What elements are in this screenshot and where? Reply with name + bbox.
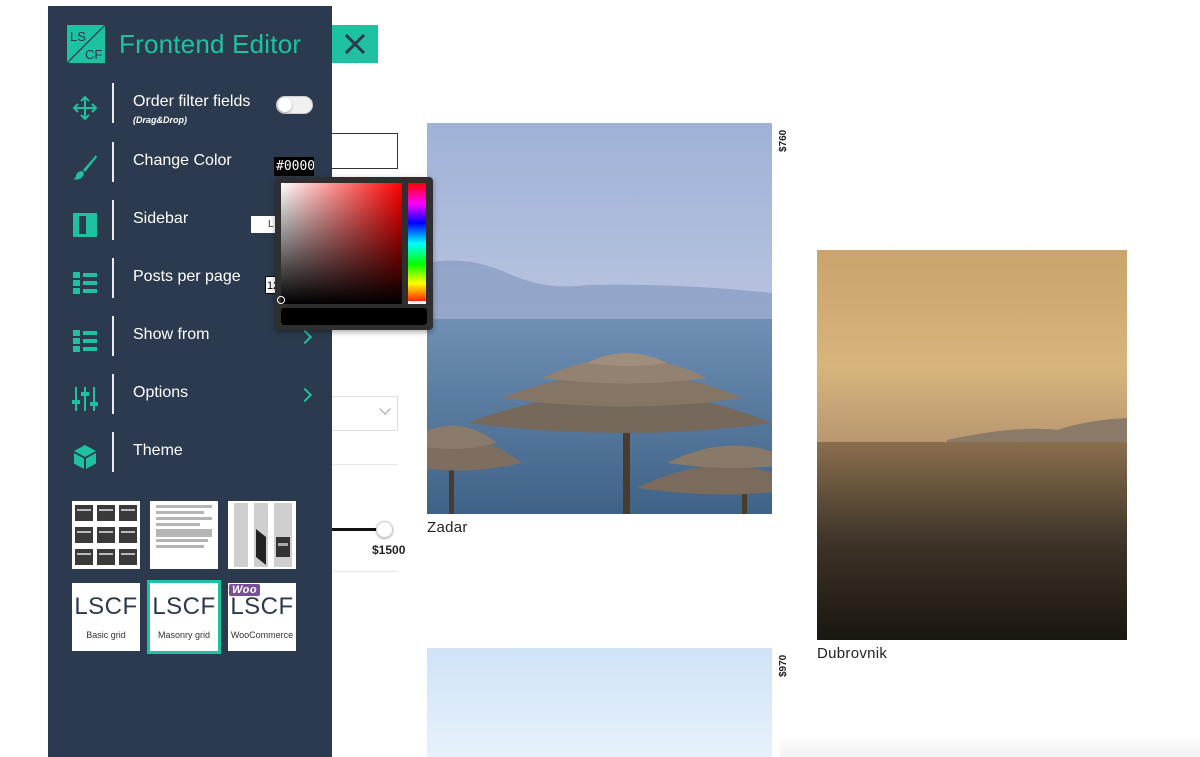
menu-label: Change Color <box>133 152 232 169</box>
hue-slider-handle[interactable] <box>408 301 426 304</box>
list-icon <box>73 272 97 294</box>
menu-label: Posts per page <box>133 268 241 285</box>
separator <box>112 200 114 240</box>
chevron-down-icon <box>379 403 391 415</box>
post-title[interactable]: Zadar <box>427 519 468 536</box>
grid-layout-thumbnail <box>75 505 137 565</box>
sidebar-position-select[interactable]: L <box>251 216 277 233</box>
sunset-sea-photo <box>817 250 1127 640</box>
search-input[interactable] <box>330 133 398 169</box>
svg-text:CF: CF <box>85 47 102 62</box>
sidebar-layout-thumbnail <box>234 503 292 567</box>
theme-logo-text: LSCF <box>74 593 138 620</box>
color-picker <box>275 177 433 330</box>
theme-layout-grid[interactable] <box>72 501 140 569</box>
separator <box>112 316 114 356</box>
menu-label: Options <box>133 384 189 401</box>
theme-option-basic-grid[interactable]: LSCF Basic grid <box>72 583 140 651</box>
separator <box>112 432 114 472</box>
toggle-knob <box>278 98 292 112</box>
color-saturation-area[interactable] <box>281 183 402 304</box>
post-image-zadar[interactable] <box>427 123 772 514</box>
close-editor-button[interactable] <box>332 25 378 63</box>
theme-layout-sidebar[interactable] <box>228 501 296 569</box>
theme-logo-text: LSCF <box>230 593 294 620</box>
theme-logo-text: LSCF <box>152 593 216 620</box>
chevron-right-icon <box>297 387 313 403</box>
paintbrush-icon <box>73 155 97 180</box>
frontend-editor-panel: LS CF Frontend Editor Order filter field… <box>48 6 332 757</box>
editor-header: LS CF Frontend Editor <box>67 25 301 63</box>
separator <box>112 258 114 298</box>
theme-layout-list[interactable] <box>150 501 218 569</box>
lscf-logo: LS CF <box>67 25 105 63</box>
divider <box>330 571 398 572</box>
theme-caption: Basic grid <box>86 630 126 640</box>
chevron-right-icon <box>297 329 313 345</box>
theme-caption: WooCommerce <box>230 630 294 640</box>
menu-sublabel: (Drag&Drop) <box>133 115 187 125</box>
page-shadow <box>780 735 1200 757</box>
color-hex-input[interactable]: #0000 <box>274 157 314 176</box>
menu-label: Sidebar <box>133 210 189 227</box>
beach-umbrellas-photo <box>427 123 772 514</box>
theme-option-masonry-grid[interactable]: LSCF Masonry grid <box>147 580 221 654</box>
post-image-dubrovnik[interactable] <box>817 250 1127 640</box>
menu-label: Theme <box>133 442 183 459</box>
price-max-value: $1500 <box>372 543 406 557</box>
menu-item-theme[interactable]: Theme <box>48 432 332 482</box>
list-layout-thumbnail <box>156 505 212 548</box>
post-price: $970 <box>778 654 789 677</box>
sliders-icon <box>72 387 98 411</box>
page: $1500 Zadar $760 Dubrovnik $970 LS CF Fr… <box>0 0 1200 757</box>
hue-slider[interactable] <box>408 183 426 304</box>
separator <box>112 374 114 414</box>
list-icon <box>73 330 97 352</box>
cube-icon <box>74 445 96 469</box>
theme-option-woocommerce[interactable]: Woo LSCF WooCommerce <box>228 583 296 651</box>
theme-caption: Masonry grid <box>157 630 211 640</box>
color-picker-cursor[interactable] <box>277 296 285 304</box>
sidebar-layout-icon <box>73 213 97 237</box>
separator <box>112 142 114 182</box>
price-slider-handle[interactable] <box>376 521 393 538</box>
color-preview <box>281 308 427 325</box>
sky-photo <box>427 648 772 757</box>
menu-label: Order filter fields <box>133 93 251 110</box>
post-price: $760 <box>778 129 789 152</box>
order-filter-toggle[interactable] <box>276 96 313 114</box>
menu-item-options[interactable]: Options <box>48 374 332 424</box>
move-arrows-icon <box>72 95 98 121</box>
post-image[interactable] <box>427 648 772 757</box>
divider <box>330 464 398 465</box>
svg-text:LS: LS <box>70 29 86 44</box>
menu-label: Show from <box>133 326 210 343</box>
filter-select[interactable] <box>330 396 398 431</box>
separator <box>112 83 114 123</box>
editor-title: Frontend Editor <box>119 28 302 59</box>
post-title[interactable]: Dubrovnik <box>817 645 887 662</box>
close-icon <box>345 34 365 54</box>
